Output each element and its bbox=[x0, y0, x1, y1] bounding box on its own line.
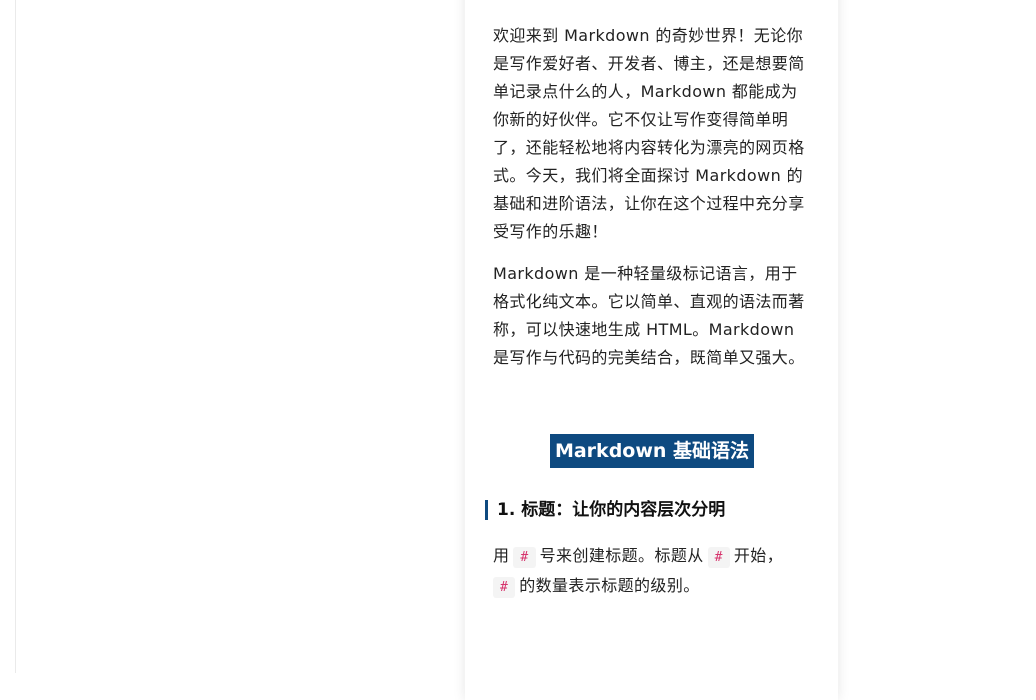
subsection-heading-text: 1. 标题：让你的内容层次分明 bbox=[497, 500, 726, 520]
text-segment: 的数量表示标题的级别。 bbox=[519, 576, 700, 595]
text-segment: 用 bbox=[493, 546, 510, 565]
definition-paragraph: Markdown 是一种轻量级标记语言，用于格式化纯文本。它以简单、直观的语法而… bbox=[493, 264, 805, 367]
article-content: 欢迎来到 Markdown 的奇妙世界！无论你是写作爱好者、开发者、博主，还是想… bbox=[485, 22, 811, 618]
section-heading-wrap: Markdown 基础语法 bbox=[493, 434, 811, 468]
left-divider bbox=[15, 0, 16, 673]
heading-syntax-paragraph: 用 # 号来创建标题。标题从 # 开始， # 的数量表示标题的级别。 bbox=[493, 542, 811, 602]
text-segment: 号来创建标题。标题从 bbox=[539, 546, 704, 565]
inline-code: # bbox=[513, 547, 536, 568]
inline-code: # bbox=[707, 547, 730, 568]
inline-code: # bbox=[493, 577, 516, 598]
intro-paragraph: 欢迎来到 Markdown 的奇妙世界！无论你是写作爱好者、开发者、博主，还是想… bbox=[493, 26, 805, 241]
section-heading: Markdown 基础语法 bbox=[549, 434, 755, 468]
heading-accent-bar bbox=[485, 500, 488, 520]
subsection-heading: 1. 标题：让你的内容层次分明 bbox=[485, 498, 811, 522]
text-segment: 开始， bbox=[733, 546, 784, 565]
